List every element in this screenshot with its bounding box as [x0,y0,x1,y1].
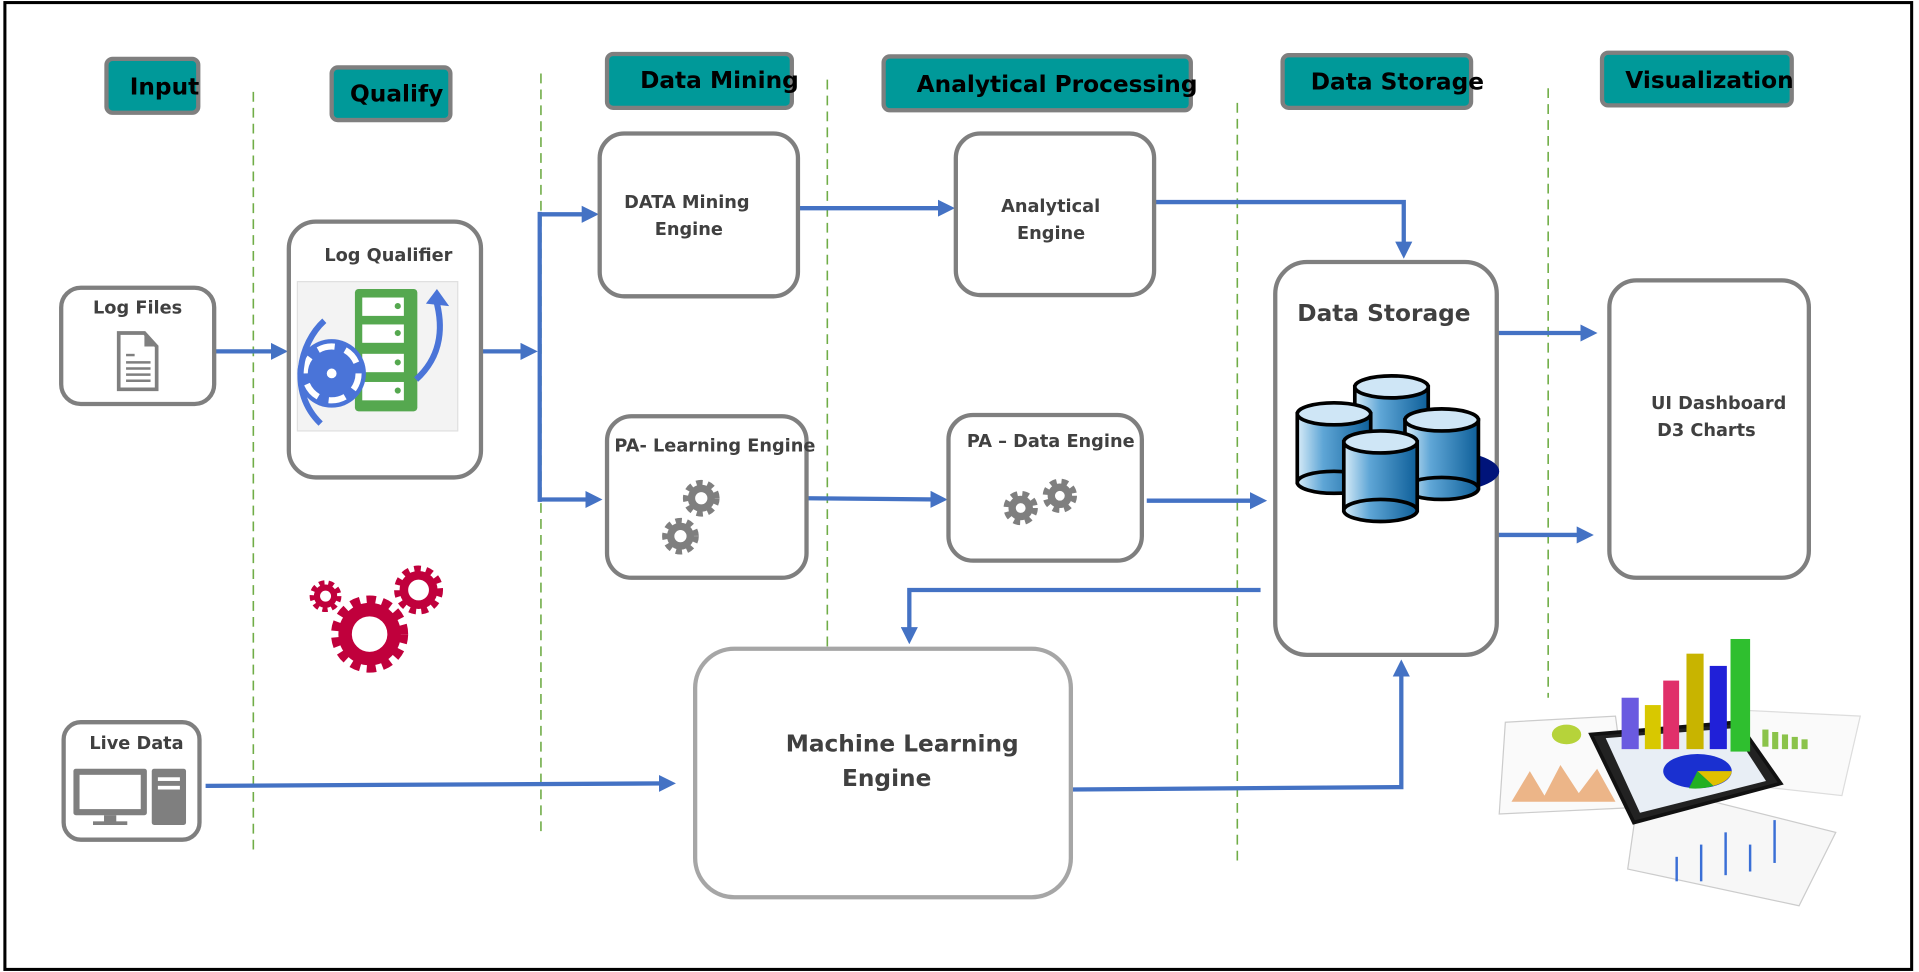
svg-text:Live Data: Live Data [89,734,183,754]
header-analytical-processing: Analytical Processing [881,54,1198,113]
server-fan-icon [296,281,459,432]
node-log-qualifier: Log Qualifier [286,219,484,480]
node-ui-dashboard: UI Dashboard D3 Charts [1607,278,1811,580]
svg-text:Input: Input [130,73,200,100]
header-data-mining: Data Mining [604,51,799,110]
node-pa-learning-engine: PA- Learning Engine [604,414,815,580]
svg-text:Engine: Engine [842,765,931,792]
architecture-diagram: Input Qualify Data Mining Analytical Pro… [3,1,1914,971]
node-machine-learning-engine: Machine Learning Engine [693,646,1074,900]
header-qualify: Qualify [329,65,453,123]
svg-text:Data Storage: Data Storage [1297,300,1470,327]
svg-text:Qualify: Qualify [350,81,443,108]
node-analytical-engine: Analytical Engine [953,131,1157,298]
svg-text:Log Files: Log Files [93,298,182,318]
node-data-mining-engine: DATA Mining Engine [597,131,801,299]
node-pa-data-engine: PA – Data Engine [946,412,1144,563]
svg-text:PA- Learning Engine: PA- Learning Engine [614,437,815,457]
node-live-data: Live Data [61,720,202,842]
node-log-files: Log Files [59,285,217,407]
document-icon [116,331,159,392]
svg-text:Data Mining: Data Mining [640,67,799,94]
svg-text:D3 Charts: D3 Charts [1657,421,1756,441]
svg-text:UI Dashboard: UI Dashboard [1651,394,1786,414]
svg-text:Data Storage: Data Storage [1311,68,1484,95]
svg-text:Visualization: Visualization [1625,67,1793,94]
svg-text:Analytical: Analytical [1001,197,1100,217]
svg-text:DATA Mining: DATA Mining [624,193,749,213]
svg-text:Engine: Engine [655,220,723,240]
svg-text:Engine: Engine [1017,224,1085,244]
svg-text:Analytical Processing: Analytical Processing [917,71,1198,98]
header-input: Input [104,56,201,115]
node-data-storage: Data Storage [1273,259,1500,658]
header-visualization: Visualization [1599,50,1794,108]
svg-text:PA – Data Engine: PA – Data Engine [967,432,1135,452]
svg-text:Machine Learning: Machine Learning [786,731,1019,758]
svg-text:Log Qualifier: Log Qualifier [324,246,452,266]
header-data-storage: Data Storage [1280,53,1484,110]
